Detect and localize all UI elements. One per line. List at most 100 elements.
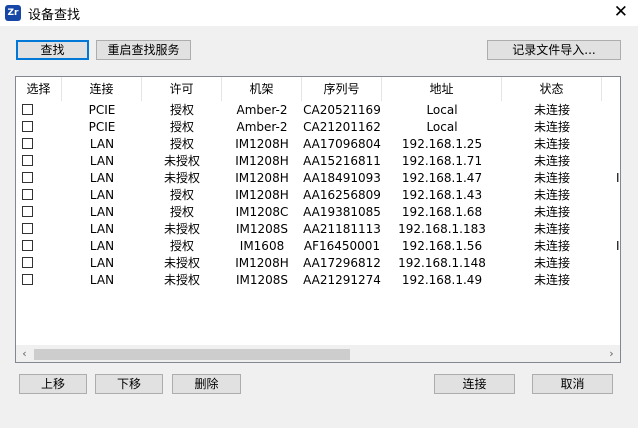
cell-col-rack: IM1208H	[235, 171, 289, 185]
cell-col-address: 192.168.1.148	[398, 256, 486, 270]
cell-col-license: 未授权	[163, 273, 200, 287]
cell-col-rack: IM1208H	[235, 154, 289, 168]
row-checkbox[interactable]	[22, 274, 33, 285]
cell-col-serial: CA20521169	[303, 103, 381, 117]
cell-col-address: 192.168.1.49	[401, 273, 483, 287]
cell-col-serial: AA15216811	[303, 154, 381, 168]
cell-col-address: 192.168.1.47	[401, 171, 483, 185]
cell-col-overflow: I	[616, 171, 620, 185]
table-row[interactable]: LAN 未授权 IM1208S AA21181113 192.168.1.183 未连接	[16, 221, 620, 238]
close-icon[interactable]: ✕	[614, 2, 628, 22]
cell-col-license: 授权	[169, 188, 194, 202]
cell-col-rack: IM1208H	[235, 256, 289, 270]
row-checkbox[interactable]	[22, 104, 33, 115]
move-down-button[interactable]: 下移	[95, 374, 163, 394]
cell-col-connection: LAN	[89, 205, 115, 219]
device-list[interactable]: 选择 连接 许可 机架 序列号 地址 状态 PCIE 授权 Amber-2 CA20521169 L…	[15, 76, 621, 363]
header-col-serial[interactable]: 序列号	[302, 77, 382, 101]
table-row[interactable]: LAN 授权 IM1208H AA16256809 192.168.1.43 未连接	[16, 187, 620, 204]
row-checkbox[interactable]	[22, 189, 33, 200]
header-col-status[interactable]: 状态	[502, 77, 602, 101]
cell-col-connection: PCIE	[88, 120, 116, 134]
cell-col-address: 192.168.1.68	[401, 205, 483, 219]
cell-col-license: 授权	[169, 103, 194, 117]
row-checkbox[interactable]	[22, 155, 33, 166]
cell-col-serial: AA18491093	[303, 171, 381, 185]
cell-col-serial: AA21291274	[303, 273, 381, 287]
header-col-address[interactable]: 地址	[382, 77, 502, 101]
cell-col-overflow	[602, 187, 620, 204]
cell-col-address: 192.168.1.43	[401, 188, 483, 202]
header-col-connection[interactable]: 连接	[62, 77, 142, 101]
cell-col-connection: LAN	[89, 256, 115, 270]
cell-col-connection: LAN	[89, 273, 115, 287]
cell-col-address: Local	[426, 120, 458, 134]
cell-col-license: 授权	[169, 205, 194, 219]
table-row[interactable]: LAN 授权 IM1208C AA19381085 192.168.1.68 未连接	[16, 204, 620, 221]
cell-col-overflow	[602, 221, 620, 238]
cell-col-connection: PCIE	[88, 103, 116, 117]
cell-col-connection: LAN	[89, 239, 115, 253]
cell-col-address: 192.168.1.25	[401, 137, 483, 151]
row-checkbox[interactable]	[22, 223, 33, 234]
cell-col-overflow	[602, 272, 620, 289]
cell-col-status: 未连接	[533, 137, 570, 151]
scroll-right-icon[interactable]: ›	[603, 345, 620, 362]
table-row[interactable]: LAN 授权 IM1608 AF16450001 192.168.1.56 未连接 I	[16, 238, 620, 255]
cell-col-license: 授权	[169, 137, 194, 151]
cell-col-license: 未授权	[163, 154, 200, 168]
table-row[interactable]: PCIE 授权 Amber-2 CA21201162 Local 未连接	[16, 119, 620, 136]
cell-col-status: 未连接	[533, 273, 570, 287]
table-row[interactable]: LAN 未授权 IM1208H AA15216811 192.168.1.71 未连接	[16, 153, 620, 170]
cell-col-serial: AA17296812	[303, 256, 381, 270]
header-col-select[interactable]: 选择	[16, 77, 62, 101]
table-row[interactable]: LAN 未授权 IM1208H AA17296812 192.168.1.148 未连接	[16, 255, 620, 272]
scroll-left-icon[interactable]: ‹	[16, 345, 33, 362]
window-title: 设备查找	[28, 8, 81, 23]
cell-col-rack: IM1208H	[235, 188, 289, 202]
cell-col-status: 未连接	[533, 256, 570, 270]
table-row[interactable]: LAN 授权 IM1208H AA17096804 192.168.1.25 未连接	[16, 136, 620, 153]
search-button[interactable]: 查找	[16, 40, 89, 60]
restart-search-service-button[interactable]: 重启查找服务	[96, 40, 191, 60]
cell-col-status: 未连接	[533, 120, 570, 134]
header-col-rack[interactable]: 机架	[222, 77, 302, 101]
cell-col-connection: LAN	[89, 188, 115, 202]
move-up-button[interactable]: 上移	[19, 374, 87, 394]
cell-col-address: 192.168.1.71	[401, 154, 483, 168]
cell-col-address: 192.168.1.56	[401, 239, 483, 253]
connect-button[interactable]: 连接	[434, 374, 515, 394]
table-header: 选择 连接 许可 机架 序列号 地址 状态	[16, 77, 620, 101]
cell-col-license: 未授权	[163, 222, 200, 236]
header-col-license[interactable]: 许可	[142, 77, 222, 101]
row-checkbox[interactable]	[22, 206, 33, 217]
cell-col-license: 授权	[169, 120, 194, 134]
delete-button[interactable]: 删除	[172, 374, 241, 394]
table-row[interactable]: PCIE 授权 Amber-2 CA20521169 Local 未连接	[16, 102, 620, 119]
cell-col-overflow	[602, 102, 620, 119]
import-record-file-button[interactable]: 记录文件导入...	[487, 40, 621, 60]
cell-col-rack: IM1608	[239, 239, 285, 253]
cell-col-rack: IM1208H	[235, 137, 289, 151]
row-checkbox[interactable]	[22, 121, 33, 132]
table-row[interactable]: LAN 未授权 IM1208S AA21291274 192.168.1.49 未连接	[16, 272, 620, 289]
row-checkbox[interactable]	[22, 138, 33, 149]
cell-col-serial: AA17096804	[303, 137, 381, 151]
cell-col-rack: Amber-2	[236, 103, 288, 117]
cell-col-license: 授权	[169, 239, 194, 253]
cell-col-address: 192.168.1.183	[398, 222, 486, 236]
cell-col-address: Local	[426, 103, 458, 117]
cell-col-license: 未授权	[163, 256, 200, 270]
cell-col-serial: AA16256809	[303, 188, 381, 202]
cell-col-serial: AA19381085	[303, 205, 381, 219]
cell-col-connection: LAN	[89, 137, 115, 151]
cell-col-overflow	[602, 136, 620, 153]
horizontal-scrollbar[interactable]: ‹ ›	[16, 345, 620, 362]
cell-col-serial: AA21181113	[303, 222, 381, 236]
scrollbar-thumb[interactable]	[34, 349, 350, 360]
row-checkbox[interactable]	[22, 240, 33, 251]
row-checkbox[interactable]	[22, 172, 33, 183]
row-checkbox[interactable]	[22, 257, 33, 268]
cancel-button[interactable]: 取消	[532, 374, 613, 394]
table-row[interactable]: LAN 未授权 IM1208H AA18491093 192.168.1.47 未连接 I	[16, 170, 620, 187]
